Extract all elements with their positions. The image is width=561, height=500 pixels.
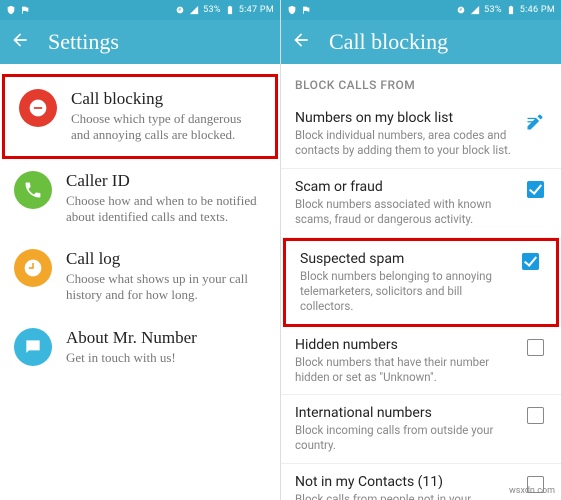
phone-icon xyxy=(14,171,52,209)
block-icon xyxy=(19,89,57,127)
block-row-title: Hidden numbers xyxy=(295,337,513,353)
back-button[interactable] xyxy=(10,30,30,54)
settings-item-caller-id[interactable]: Caller ID Choose how and when to be noti… xyxy=(0,159,280,238)
block-row-subtitle: Block numbers belonging to annoying tele… xyxy=(300,269,508,314)
block-row-subtitle: Block incoming calls from outside your c… xyxy=(295,423,513,453)
edit-blocklist-button[interactable] xyxy=(523,110,547,132)
checkbox-spam[interactable] xyxy=(522,253,539,270)
back-button[interactable] xyxy=(291,30,311,54)
block-row-title: Not in my Contacts (11) xyxy=(295,474,513,490)
app-bar: Call blocking xyxy=(281,20,561,64)
block-row-title: International numbers xyxy=(295,405,513,421)
block-row-suspected-spam[interactable]: Suspected spam Block numbers belonging t… xyxy=(283,238,559,327)
battery-pct: 53% xyxy=(203,5,221,15)
settings-item-title: Caller ID xyxy=(66,171,266,191)
settings-list: Call blocking Choose which type of dange… xyxy=(0,64,280,500)
clock-text: 5:46 PM xyxy=(520,5,555,15)
block-row-title: Scam or fraud xyxy=(295,179,513,195)
app-bar: Settings xyxy=(0,20,280,64)
status-bar: 53% 5:47 PM xyxy=(0,0,280,20)
flag-icon xyxy=(20,5,30,15)
settings-item-title: About Mr. Number xyxy=(66,328,266,348)
clock-icon xyxy=(14,249,52,287)
block-row-subtitle: Block numbers that have their number hid… xyxy=(295,355,513,385)
block-list: BLOCK CALLS FROM Numbers on my block lis… xyxy=(281,64,561,500)
watermark: wsxdn.com xyxy=(509,486,555,496)
alarm-icon xyxy=(175,5,185,15)
checkbox-hidden[interactable] xyxy=(527,339,544,356)
settings-item-subtitle: Choose what shows up in your call histor… xyxy=(66,271,266,304)
settings-item-call-log[interactable]: Call log Choose what shows up in your ca… xyxy=(0,237,280,316)
battery-icon xyxy=(225,5,235,15)
block-row-subtitle: Block numbers associated with known scam… xyxy=(295,197,513,227)
chat-icon xyxy=(14,328,52,366)
block-row-blocklist[interactable]: Numbers on my block list Block individua… xyxy=(281,100,561,169)
page-title: Call blocking xyxy=(329,29,448,55)
settings-item-about[interactable]: About Mr. Number Get in touch with us! xyxy=(0,316,280,378)
block-row-subtitle: Block individual numbers, area codes and… xyxy=(295,128,513,158)
battery-pct: 53% xyxy=(484,5,502,15)
settings-item-call-blocking[interactable]: Call blocking Choose which type of dange… xyxy=(2,74,278,159)
signal-icon xyxy=(470,5,480,15)
battery-icon xyxy=(506,5,516,15)
checkbox-scam[interactable] xyxy=(527,181,544,198)
settings-item-title: Call blocking xyxy=(71,89,261,109)
settings-item-subtitle: Get in touch with us! xyxy=(66,350,266,366)
block-row-title: Suspected spam xyxy=(300,251,508,267)
settings-item-title: Call log xyxy=(66,249,266,269)
block-row-title: Numbers on my block list xyxy=(295,110,513,126)
shield-icon xyxy=(287,5,297,15)
clock-text: 5:47 PM xyxy=(239,5,274,15)
checkbox-international[interactable] xyxy=(527,407,544,424)
block-row-international[interactable]: International numbers Block incoming cal… xyxy=(281,395,561,464)
settings-item-subtitle: Choose which type of dangerous and annoy… xyxy=(71,111,261,144)
signal-icon xyxy=(189,5,199,15)
phone-call-blocking: 53% 5:46 PM Call blocking BLOCK CALLS FR… xyxy=(281,0,561,500)
block-row-hidden[interactable]: Hidden numbers Block numbers that have t… xyxy=(281,327,561,396)
settings-item-subtitle: Choose how and when to be notified about… xyxy=(66,193,266,226)
section-header: BLOCK CALLS FROM xyxy=(281,64,561,100)
shield-icon xyxy=(6,5,16,15)
phone-settings: 53% 5:47 PM Settings Call blocking Choos… xyxy=(0,0,281,500)
block-row-subtitle: Block calls from people not in your xyxy=(295,492,513,500)
block-row-scam[interactable]: Scam or fraud Block numbers associated w… xyxy=(281,169,561,238)
alarm-icon xyxy=(456,5,466,15)
status-bar: 53% 5:46 PM xyxy=(281,0,561,20)
page-title: Settings xyxy=(48,29,119,55)
flag-icon xyxy=(301,5,311,15)
